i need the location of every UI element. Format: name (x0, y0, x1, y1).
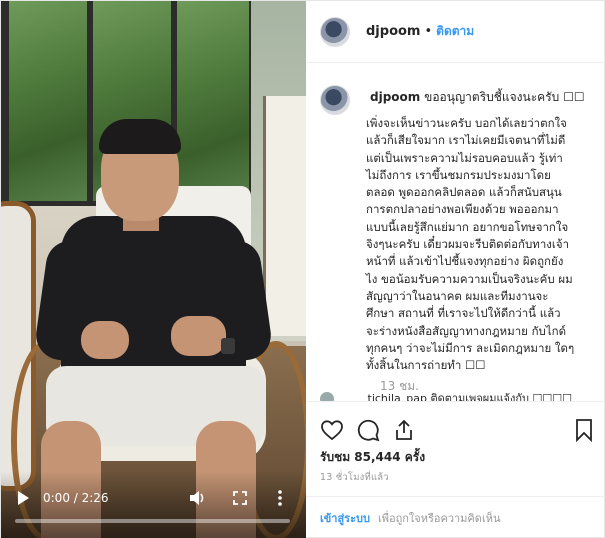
caption-line: ศึกษา สถานที่ ที่เราจะไปให้ดีกว่านี้ แล้… (366, 306, 561, 321)
login-link[interactable]: เข้าสู่ระบบ (320, 509, 370, 527)
post-header: djpoom • ติดตาม (306, 1, 605, 63)
video-controls: 0:00 / 2:26 (1, 483, 306, 513)
caption-line: ไง ขอน้อมรับความความเป็นจริงนะคับ ผม (366, 271, 573, 286)
caption-line: การตกปลาอย่างพอเพียงด้วย พอออกมา (366, 202, 559, 217)
caption-title: ขออนุญาตริบชี้แจงนะครับ ☐☐ (424, 90, 585, 104)
video-time: 0:00 / 2:26 (43, 491, 109, 505)
caption-text: เพิ่งจะเห็นข่าวนะครับ บอกได้เลยว่าตกใจ แ… (366, 115, 594, 374)
heart-icon[interactable] (320, 418, 344, 442)
fullscreen-icon[interactable] (231, 489, 249, 507)
header-username[interactable]: djpoom (366, 24, 420, 39)
caption-line: จะร่างหนังสือสัญญาทางกฎหมาย กับไกด์ (366, 323, 567, 338)
separator-dot: • (424, 24, 433, 39)
caption-line: สัญญาว่าในอนาคต ผมและทีมงานจะ (366, 288, 549, 303)
comment-icon[interactable] (356, 418, 380, 442)
caption-line: จิงๆนะครับ เดี๋ยวผมจะรีบติดต่อกับทางเจ้า (366, 237, 570, 252)
login-prompt: เข้าสู่ระบบ เพื่อถูกใจหรือความคิดเห็น (306, 496, 605, 538)
play-icon[interactable] (15, 489, 31, 507)
caption-avatar[interactable] (320, 85, 350, 115)
caption-line: หน้าที่ แล้วเข้าไปชี้แจงทุกอย่าง ผิดถูกย… (366, 254, 564, 269)
caption-line: แบบนี้เลยรู้สึกแย่มาก อยากขอโทษจากใจ (366, 219, 569, 234)
caption-line: ตลอด พูดออกคลิปตลอด แล้วก็สนับสนุน (366, 185, 562, 200)
caption-line: ทั้งสิ้นในการถ่ายทำ ☐☐ (366, 358, 486, 373)
comment-avatar[interactable] (320, 392, 334, 401)
caption-line: แล้วก็เสียใจมาก เราไม่เคยมีเจตนาที่ไม่ดี (366, 133, 566, 148)
caption-line: ไม่ถึงการ เราขึ้นชมกรมประมงมาโดย (366, 167, 551, 182)
video-frame (1, 1, 306, 538)
video-progress-bar[interactable] (15, 519, 290, 523)
comments-section: djpoom ขออนุญาตริบชี้แจงนะครับ ☐☐ เพิ่งจ… (306, 63, 605, 401)
follow-button[interactable]: ติดตาม (436, 22, 474, 41)
post-age[interactable]: 13 ชั่วโมงที่แล้ว (320, 470, 389, 485)
caption-header: djpoom ขออนุญาตริบชี้แจงนะครับ ☐☐ (370, 89, 585, 105)
action-bar: รับชม 85,444 ครั้ง 13 ชั่วโมงที่แล้ว (306, 401, 605, 496)
caption-line: แต่เป็นเพราะความไม่รอบคอบแล้ว รู้เท่า (366, 150, 563, 165)
more-vertical-icon[interactable] (275, 488, 285, 508)
caption-line: เพิ่งจะเห็นข่าวนะครับ บอกได้เลยว่าตกใจ (366, 116, 567, 130)
share-icon[interactable] (392, 418, 416, 442)
video-player[interactable]: 0:00 / 2:26 (1, 1, 306, 538)
caption-username[interactable]: djpoom (370, 90, 420, 104)
comment-item: tichila_pap ติดตามเพจผมแจ้งกับ ☐☐☐☐ (320, 389, 600, 401)
volume-icon[interactable] (189, 489, 207, 507)
caption-line: ทุกคนๆ ว่าจะไม่มีการ ละเมิดกฎหมาย ใดๆ (366, 340, 575, 355)
avatar[interactable] (320, 16, 350, 47)
login-hint: เพื่อถูกใจหรือความคิดเห็น (377, 512, 501, 525)
instagram-post: 0:00 / 2:26 djpoom • ติดตาม djpoom ขออนุ… (0, 0, 605, 538)
comment-text: tichila_pap ติดตามเพจผมแจ้งกับ ☐☐☐☐ (367, 392, 572, 401)
view-count[interactable]: รับชม 85,444 ครั้ง (320, 448, 425, 467)
bookmark-icon[interactable] (572, 418, 596, 443)
